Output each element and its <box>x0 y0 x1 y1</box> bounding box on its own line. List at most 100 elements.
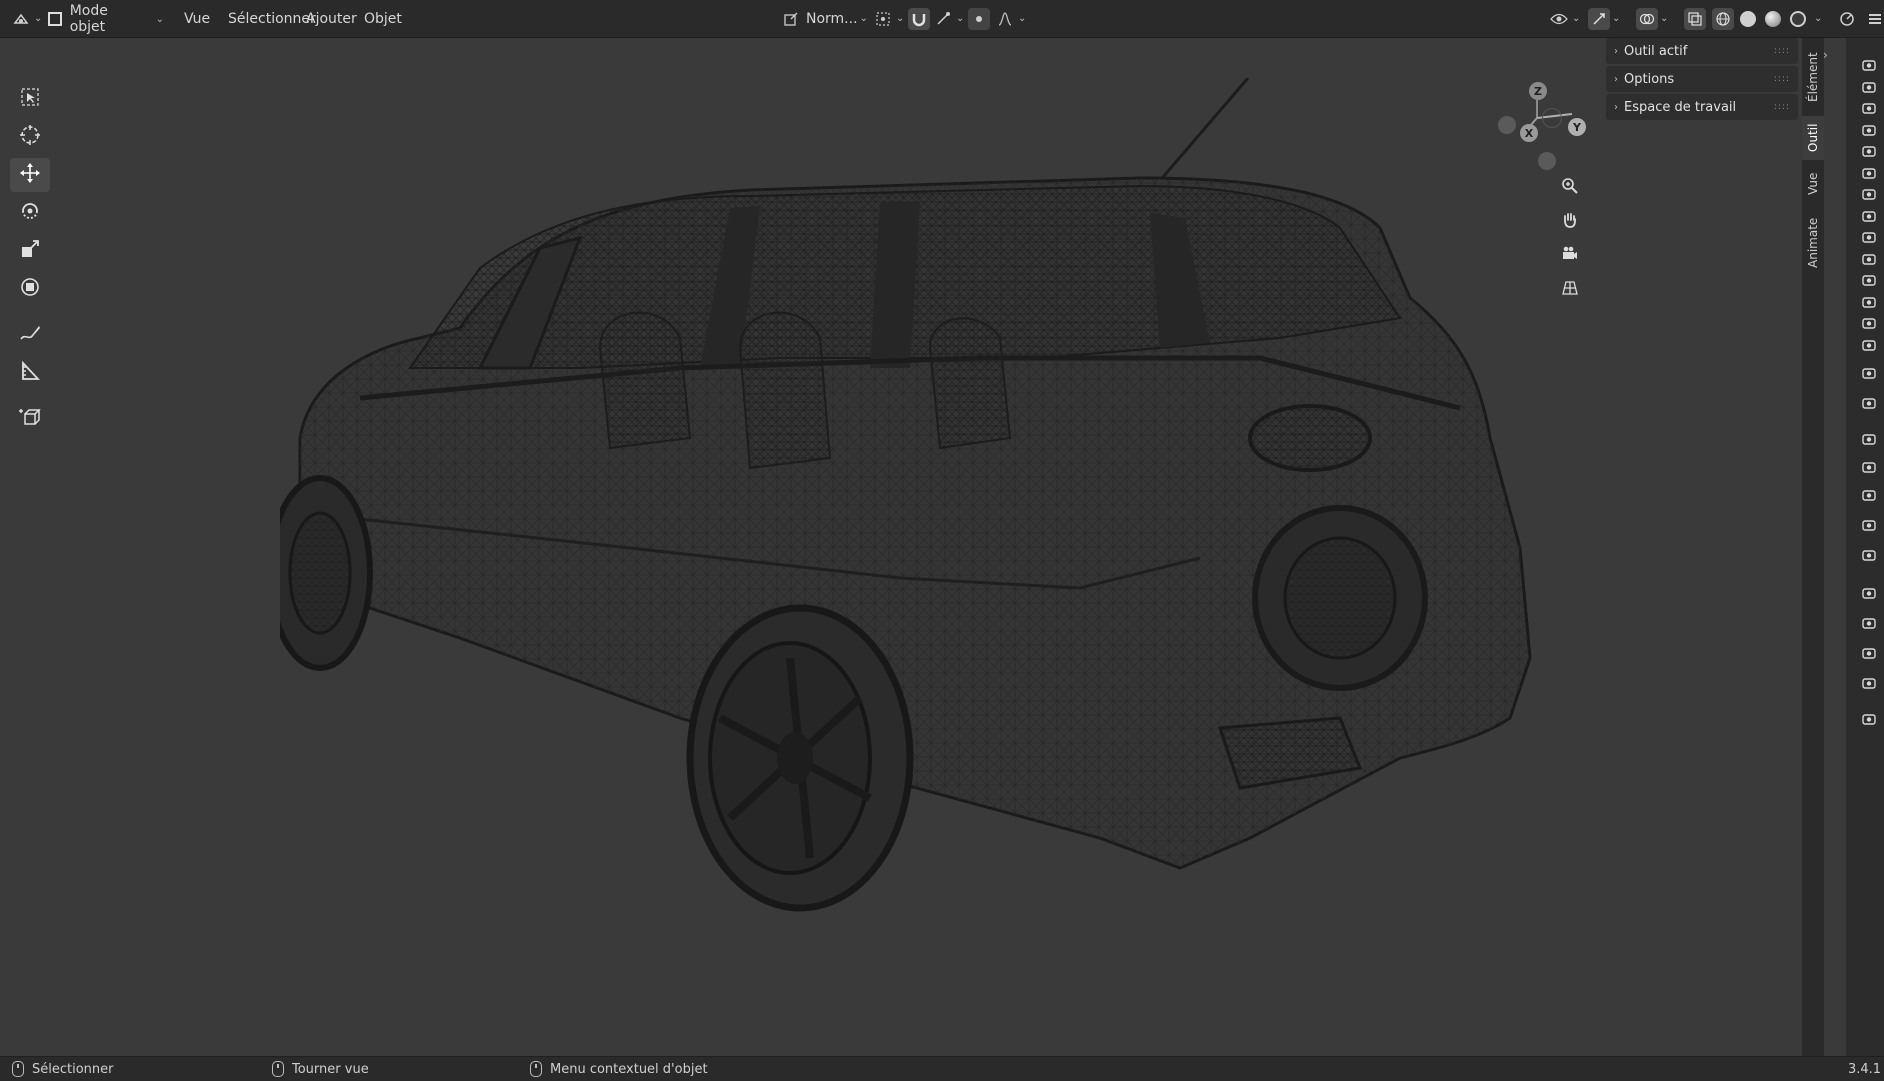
chevron-right-icon[interactable]: › <box>1823 48 1828 62</box>
drag-handle-icon[interactable]: :::: <box>1774 74 1790 84</box>
transform-orientation-dropdown[interactable]: Norm... ⌄ <box>780 0 868 37</box>
drag-handle-icon[interactable]: :::: <box>1774 102 1790 112</box>
status-rotate-hint: Tourner vue <box>272 1057 369 1081</box>
mouse-right-icon <box>530 1061 542 1077</box>
mode-dropdown[interactable]: Mode objet ⌄ <box>48 3 164 35</box>
add-cube-tool[interactable] <box>10 402 50 436</box>
zoom-icon[interactable] <box>1556 172 1584 200</box>
camera-object-icon[interactable] <box>1860 164 1878 182</box>
chevron-down-icon: ⌄ <box>956 13 965 24</box>
snap-target-dropdown[interactable]: ⌄ <box>932 0 964 37</box>
move-tool[interactable] <box>10 158 50 192</box>
navigation-gizmo[interactable]: Z Y X <box>1492 78 1586 178</box>
scale-tool[interactable] <box>10 234 50 268</box>
falloff-dropdown[interactable]: ⌄ <box>994 0 1026 37</box>
pan-hand-icon[interactable] <box>1556 206 1584 234</box>
panel-outil-actif[interactable]: › Outil actif :::: <box>1606 38 1798 64</box>
visibility-dropdown[interactable]: ⌄ <box>1548 0 1580 37</box>
drag-handle-icon[interactable]: :::: <box>1774 46 1790 56</box>
editor-type-button[interactable]: ⌄ <box>10 0 42 37</box>
camera-object-icon[interactable] <box>1860 271 1878 289</box>
pivot-point-dropdown[interactable]: ⌄ <box>872 0 904 37</box>
tab-outil[interactable]: Outil <box>1802 116 1824 160</box>
gizmo-y-axis[interactable]: Y <box>1568 118 1586 136</box>
tab-animate[interactable]: Animate <box>1802 208 1824 278</box>
object-properties-icon[interactable] <box>1860 584 1878 602</box>
gizmo-z-axis[interactable]: Z <box>1529 82 1547 100</box>
transform-tool[interactable] <box>10 272 50 306</box>
select-box-tool[interactable] <box>10 82 50 116</box>
perspective-grid-icon[interactable] <box>1556 274 1584 302</box>
view-layer-icon[interactable] <box>1860 486 1878 504</box>
solid-shading-icon[interactable] <box>1737 8 1759 30</box>
orientation-icon <box>780 8 802 30</box>
mode-label: Mode objet <box>69 3 108 35</box>
wireframe-shading-icon[interactable] <box>1712 7 1734 30</box>
world-properties-icon[interactable] <box>1860 546 1878 564</box>
camera-object-icon[interactable] <box>1860 250 1878 268</box>
camera-object-icon[interactable] <box>1860 78 1878 96</box>
menu-ajouter[interactable]: Ajouter <box>300 11 363 27</box>
properties-toggle[interactable] <box>1864 0 1884 37</box>
data-properties-icon[interactable] <box>1860 674 1878 692</box>
cursor-tool[interactable] <box>10 120 50 154</box>
wrench-icon[interactable] <box>1860 394 1878 412</box>
camera-object-icon[interactable] <box>1860 228 1878 246</box>
output-properties-icon[interactable] <box>1860 458 1878 476</box>
snap-toggle[interactable] <box>908 0 930 37</box>
chevron-right-icon: › <box>1614 101 1618 113</box>
measure-tool[interactable] <box>10 356 50 390</box>
panel-label: Options <box>1624 71 1675 87</box>
menu-vue[interactable]: Vue <box>178 11 216 27</box>
camera-object-icon[interactable] <box>1860 293 1878 311</box>
material-preview-icon[interactable] <box>1762 8 1784 30</box>
render-properties-icon[interactable] <box>1860 430 1878 448</box>
menu-objet[interactable]: Objet <box>358 11 408 27</box>
scene-properties-icon[interactable] <box>1860 516 1878 534</box>
gizmo-neg-x-axis[interactable] <box>1498 116 1516 134</box>
annotate-tool[interactable] <box>10 318 50 352</box>
camera-object-icon[interactable] <box>1860 121 1878 139</box>
camera-icon[interactable] <box>1556 240 1584 268</box>
gizmo-toggle[interactable]: ⌄ <box>1588 0 1620 37</box>
status-label: Sélectionner <box>32 1061 114 1077</box>
gizmo-neg-z-axis[interactable] <box>1538 152 1556 170</box>
scene-button[interactable] <box>1836 0 1858 37</box>
chevron-right-icon: › <box>1614 45 1618 57</box>
camera-object-icon[interactable] <box>1860 185 1878 203</box>
camera-object-icon[interactable] <box>1860 142 1878 160</box>
texture-properties-icon[interactable] <box>1860 710 1878 728</box>
panel-options[interactable]: › Options :::: <box>1606 66 1798 92</box>
physics-properties-icon[interactable] <box>1860 614 1878 632</box>
camera-object-icon[interactable] <box>1860 336 1878 354</box>
xray-toggle[interactable] <box>1684 0 1706 37</box>
sidebar-tabs: Élément Outil Vue Animate <box>1802 38 1824 1056</box>
camera-object-icon[interactable] <box>1860 56 1878 74</box>
select-box-icon <box>20 87 40 111</box>
chevron-down-icon[interactable]: ⌄ <box>1814 13 1822 24</box>
overlays-toggle[interactable]: ⌄ <box>1636 0 1668 37</box>
eye-visibility-icon <box>1548 8 1570 30</box>
constraints-icon[interactable] <box>1860 644 1878 662</box>
properties-strip <box>1846 38 1884 1056</box>
gizmo-toggle-icon <box>1588 7 1610 30</box>
gizmo-x-axis[interactable]: X <box>1520 124 1538 142</box>
3d-viewport[interactable]: Z Y X <box>0 38 1802 1056</box>
tab-vue[interactable]: Vue <box>1802 164 1824 204</box>
tool-properties-icon[interactable] <box>1860 364 1878 382</box>
rotate-tool[interactable] <box>10 196 50 230</box>
camera-object-icon[interactable] <box>1860 207 1878 225</box>
camera-object-icon[interactable] <box>1860 314 1878 332</box>
chevron-down-icon: ⌄ <box>896 13 905 24</box>
camera-object-icon[interactable] <box>1860 99 1878 117</box>
proportional-edit-toggle[interactable] <box>968 0 990 37</box>
tab-element[interactable]: Élément <box>1802 42 1824 112</box>
panel-espace-de-travail[interactable]: › Espace de travail :::: <box>1606 94 1798 120</box>
gizmo-neg-y-axis[interactable] <box>1542 108 1562 128</box>
rendered-shading-icon[interactable] <box>1787 8 1809 30</box>
panel-label: Outil actif <box>1624 43 1688 59</box>
add-cube-icon <box>19 406 41 432</box>
scale-icon <box>20 239 40 263</box>
chevron-right-icon: › <box>1614 73 1618 85</box>
move-icon <box>19 162 41 188</box>
